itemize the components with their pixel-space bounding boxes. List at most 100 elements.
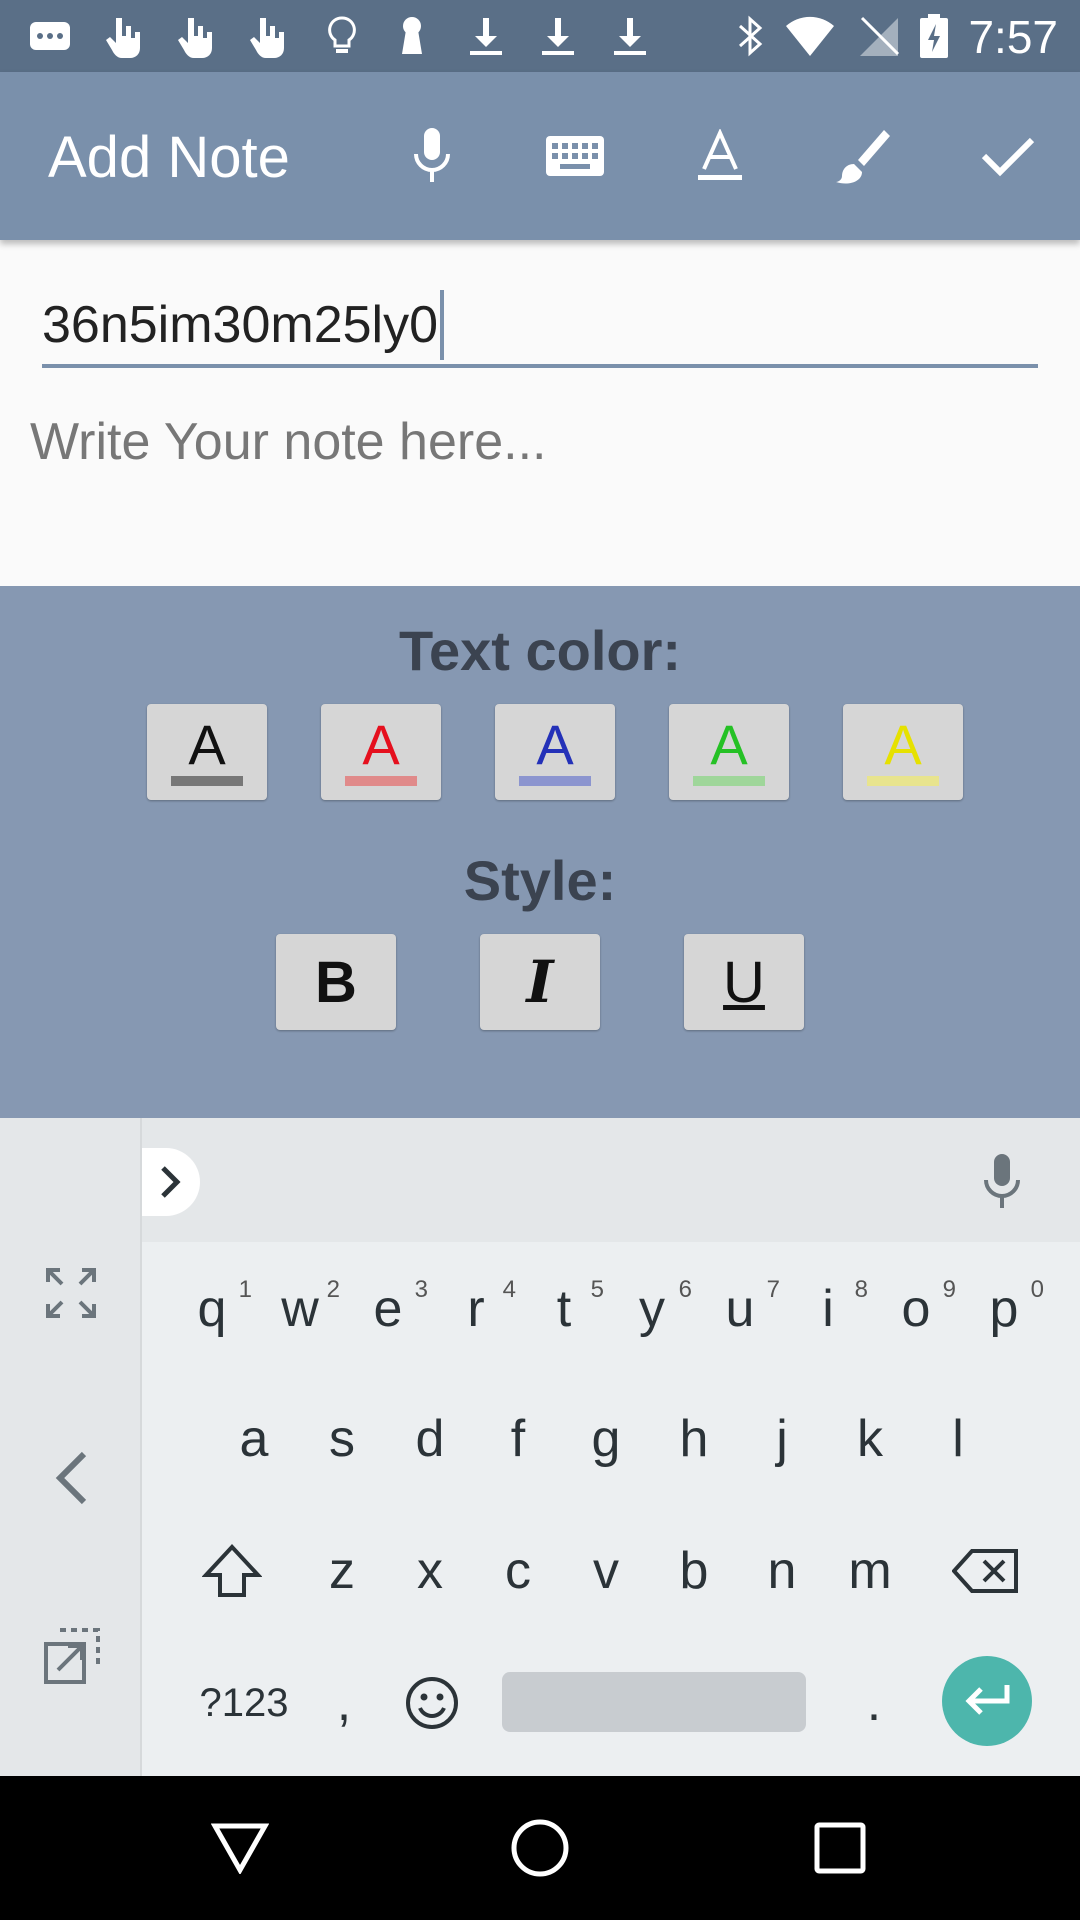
nav-back-button[interactable]: [210, 1818, 270, 1878]
navigation-bar: [0, 1776, 1080, 1920]
text-color-label: Text color:: [398, 619, 682, 682]
color-underline: [171, 776, 243, 786]
key-q[interactable]: q1: [168, 1254, 256, 1364]
color-green-button[interactable]: A: [669, 704, 789, 800]
keyboard-side-panel: [0, 1118, 142, 1776]
key-hint: 4: [502, 1276, 516, 1303]
key-hint: 2: [326, 1276, 340, 1303]
fullscreen-icon[interactable]: [44, 1266, 98, 1320]
key-o[interactable]: o9: [872, 1254, 960, 1364]
key-label: y: [639, 1280, 665, 1338]
space-key[interactable]: [502, 1672, 806, 1732]
key-c[interactable]: c: [474, 1516, 562, 1626]
key-a[interactable]: a: [210, 1384, 298, 1494]
nav-home-button[interactable]: [510, 1818, 570, 1878]
page-title: Add Note: [48, 125, 290, 190]
underline-button[interactable]: U: [684, 934, 804, 1030]
key-u[interactable]: u7: [696, 1254, 784, 1364]
download-icon: [470, 18, 502, 55]
nav-recents-button[interactable]: [810, 1818, 870, 1878]
enter-key[interactable]: [942, 1656, 1032, 1746]
emoji-key[interactable]: [388, 1648, 476, 1758]
key-d[interactable]: d: [386, 1384, 474, 1494]
key-m[interactable]: m: [826, 1516, 914, 1626]
symbols-key[interactable]: ?123: [184, 1648, 304, 1758]
key-e[interactable]: e3: [344, 1254, 432, 1364]
key-y[interactable]: y6: [608, 1254, 696, 1364]
key-hint: 9: [942, 1276, 956, 1303]
key-x[interactable]: x: [386, 1516, 474, 1626]
key-v[interactable]: v: [562, 1516, 650, 1626]
key-t[interactable]: t5: [520, 1254, 608, 1364]
touch-icon: [106, 18, 140, 58]
key-w[interactable]: w2: [256, 1254, 344, 1364]
key-label: o: [901, 1280, 931, 1338]
shift-icon: [202, 1544, 262, 1597]
color-red-button[interactable]: A: [321, 704, 441, 800]
key-label: q: [197, 1280, 227, 1338]
text-format-button[interactable]: [676, 112, 764, 200]
bold-button[interactable]: B: [276, 934, 396, 1030]
key-hint: 8: [854, 1276, 868, 1303]
style-label: Style:: [463, 849, 617, 912]
color-underline: [693, 776, 765, 786]
note-body-input[interactable]: Write Your note here...: [30, 412, 1050, 532]
key-p[interactable]: p0: [960, 1254, 1048, 1364]
back-arrow-icon[interactable]: [52, 1450, 92, 1506]
comma-key[interactable]: ,: [300, 1648, 388, 1758]
key-z[interactable]: z: [298, 1516, 386, 1626]
color-underline: [345, 776, 417, 786]
color-blue-button[interactable]: A: [495, 704, 615, 800]
key-hint: 1: [238, 1276, 252, 1303]
key-hint: 0: [1030, 1276, 1044, 1303]
text-cursor: [440, 290, 445, 360]
brush-button[interactable]: [818, 112, 906, 200]
key-b[interactable]: b: [650, 1516, 738, 1626]
mic-button[interactable]: [388, 112, 476, 200]
key-g[interactable]: g: [562, 1384, 650, 1494]
key-hint: 7: [766, 1276, 780, 1303]
color-black-button[interactable]: A: [147, 704, 267, 800]
enter-icon: [965, 1685, 1010, 1715]
suggestion-strip: [142, 1118, 1080, 1242]
key-s[interactable]: s: [298, 1384, 386, 1494]
color-letter: A: [710, 713, 748, 776]
bluetooth-icon: [738, 15, 763, 57]
mic-icon: [414, 128, 450, 182]
key-label: t: [556, 1280, 572, 1338]
shift-key[interactable]: [188, 1516, 276, 1626]
keyboard-button[interactable]: [531, 112, 619, 200]
backspace-key[interactable]: [940, 1516, 1032, 1626]
chevron-right-icon: [161, 1166, 181, 1198]
triangle-back-icon: [211, 1823, 269, 1874]
key-n[interactable]: n: [738, 1516, 826, 1626]
italic-button[interactable]: I: [480, 934, 600, 1030]
note-title-input[interactable]: 36n5im30m25ly0: [42, 286, 1038, 368]
brush-icon: [836, 130, 890, 184]
save-check-button[interactable]: [964, 112, 1052, 200]
lightbulb-icon: [328, 16, 356, 53]
voice-input-icon[interactable]: [982, 1152, 1022, 1210]
touch-icon: [178, 18, 212, 58]
key-hint: 3: [414, 1276, 428, 1303]
color-yellow-button[interactable]: A: [843, 704, 963, 800]
key-f[interactable]: f: [474, 1384, 562, 1494]
download-icon: [542, 18, 574, 55]
key-i[interactable]: i8: [784, 1254, 872, 1364]
key-k[interactable]: k: [826, 1384, 914, 1494]
color-letter: A: [884, 713, 922, 776]
keyhole-icon: [402, 17, 422, 54]
circle-home-icon: [511, 1819, 569, 1877]
key-label: i: [822, 1280, 834, 1338]
key-l[interactable]: l: [914, 1384, 1002, 1494]
format-panel: Text color: A A A A A Style: B I U: [0, 586, 1080, 1118]
key-h[interactable]: h: [650, 1384, 738, 1494]
floating-keyboard-icon[interactable]: [42, 1626, 102, 1686]
key-j[interactable]: j: [738, 1384, 826, 1494]
check-icon: [981, 137, 1035, 177]
key-label: e: [373, 1280, 403, 1338]
period-key[interactable]: .: [830, 1648, 918, 1758]
backspace-icon: [952, 1549, 1018, 1593]
key-r[interactable]: r4: [432, 1254, 520, 1364]
status-time: 7:57: [968, 11, 1058, 63]
